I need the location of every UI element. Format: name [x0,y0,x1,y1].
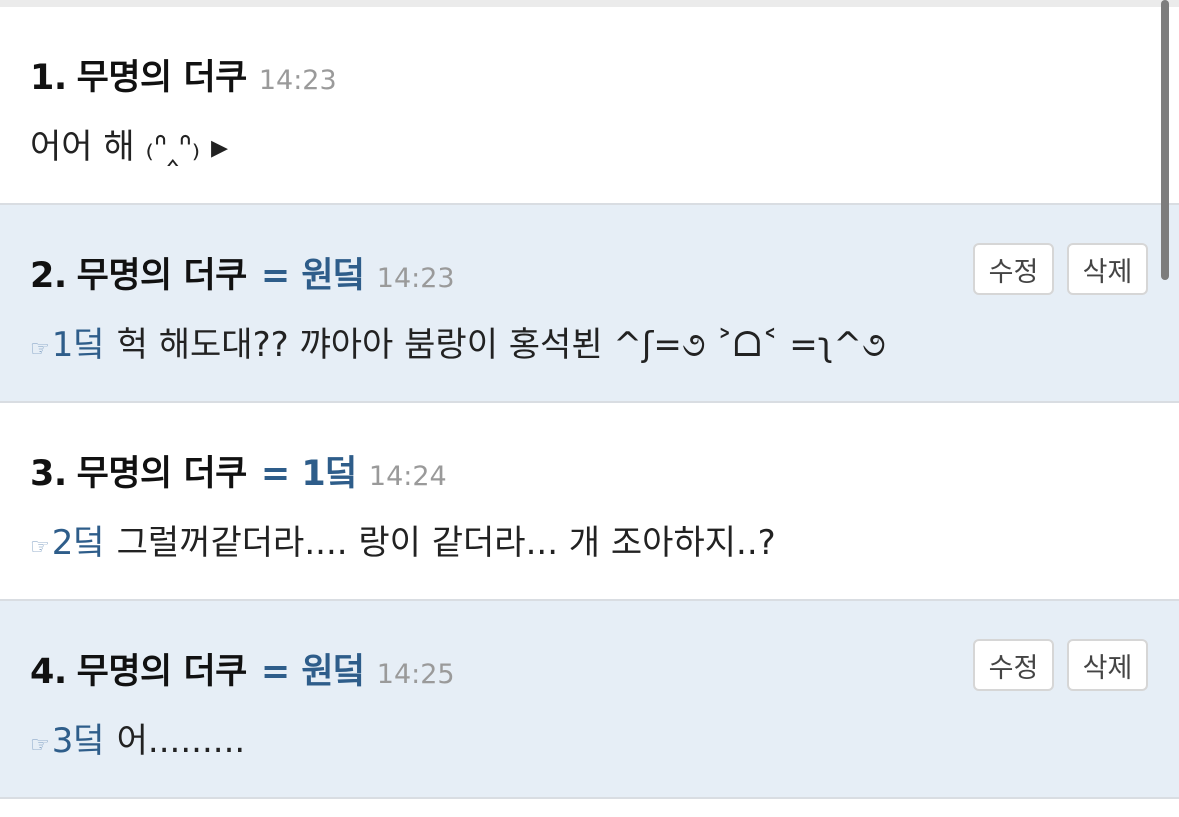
delete-button[interactable]: 삭제 [1067,639,1148,691]
top-divider [0,0,1179,7]
reply-target: 1덬 [51,325,105,365]
pointing-hand-icon: ☞ [30,535,50,560]
comment-text: 헉 해도대?? 꺄아아 붐랑이 홍석뵌 ^ʃ=૭ ˃ᗝ˂ =ʅ^૭ [116,325,886,365]
comment-item-4: 4. 무명의 더쿠 = 원덬 14:25 수정 삭제 ☞ 3덬 어.......… [0,601,1179,799]
comment-text: 어어 해 ₍ᐢ‸ᐢ₎ ▸ [30,127,229,167]
comment-author: 무명의 더쿠 [76,652,248,692]
comment-number: 2. [30,256,67,296]
comment-timestamp: 14:23 [258,65,337,96]
vertical-scrollbar[interactable] [1161,0,1169,280]
comment-content: 어어 해 ₍ᐢ‸ᐢ₎ ▸ [30,119,228,168]
comment-timestamp: 14:24 [368,461,447,492]
comment-number: 3. [30,454,67,494]
comment-header: 4. 무명의 더쿠 = 원덬 14:25 [30,643,455,693]
comment-author: 무명의 더쿠 [76,256,248,296]
author-alias: = 원덬 [260,256,365,296]
comment-header: 1. 무명의 더쿠 14:23 [30,49,337,99]
reply-reference-link[interactable]: ☞ 1덬 [30,317,105,366]
comment-thread-page: 1. 무명의 더쿠 14:23 어어 해 ₍ᐢ‸ᐢ₎ ▸ 2. 무명의 더쿠 =… [0,0,1179,817]
comment-text: 어......... [116,721,246,761]
comment-timestamp: 14:25 [376,659,455,690]
pointing-hand-icon: ☞ [30,337,50,362]
comment-author: 무명의 더쿠 [76,454,248,494]
comment-item-2: 2. 무명의 더쿠 = 원덬 14:23 수정 삭제 ☞ 1덬 헉 해도대?? … [0,205,1179,403]
author-alias: = 원덬 [260,652,365,692]
comment-item-1: 1. 무명의 더쿠 14:23 어어 해 ₍ᐢ‸ᐢ₎ ▸ [0,7,1179,205]
comment-timestamp: 14:23 [376,263,455,294]
reply-reference-link[interactable]: ☞ 2덬 [30,515,105,564]
edit-button[interactable]: 수정 [973,639,1054,691]
delete-button[interactable]: 삭제 [1067,243,1148,295]
reply-reference-link[interactable]: ☞ 3덬 [30,713,105,762]
comment-number: 1. [30,58,67,98]
comment-actions: 수정 삭제 [973,639,1148,691]
pointing-hand-icon: ☞ [30,733,50,758]
comment-header: 3. 무명의 더쿠 = 1덬 14:24 [30,445,447,495]
comment-content: ☞ 3덬 어......... [30,713,245,762]
comment-content: ☞ 2덬 그럴꺼같더라.... 랑이 같더라... 개 조아하지..? [30,515,776,564]
comment-text: 그럴꺼같더라.... 랑이 같더라... 개 조아하지..? [116,523,776,563]
reply-target: 2덬 [51,523,105,563]
edit-button[interactable]: 수정 [973,243,1054,295]
comment-item-3: 3. 무명의 더쿠 = 1덬 14:24 ☞ 2덬 그럴꺼같더라.... 랑이 … [0,403,1179,601]
comment-header: 2. 무명의 더쿠 = 원덬 14:23 [30,247,455,297]
comment-actions: 수정 삭제 [973,243,1148,295]
author-alias: = 1덬 [260,454,358,494]
reply-target: 3덬 [51,721,105,761]
comment-content: ☞ 1덬 헉 해도대?? 꺄아아 붐랑이 홍석뵌 ^ʃ=૭ ˃ᗝ˂ =ʅ^૭ [30,317,886,366]
comment-number: 4. [30,652,67,692]
comment-author: 무명의 더쿠 [76,58,248,98]
